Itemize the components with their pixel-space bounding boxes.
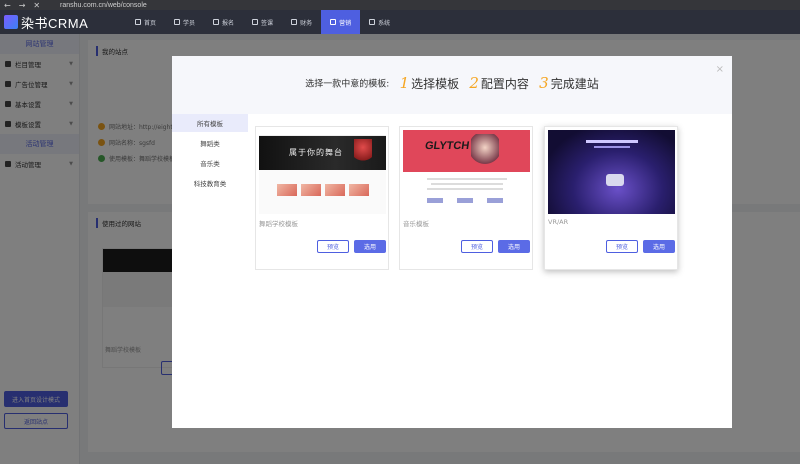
modal-header: × 选择一款中意的模板: 1 选择模板 2 配置内容 3 完成建站 bbox=[172, 56, 732, 114]
template-name: 音乐模板 bbox=[403, 220, 429, 228]
use-button[interactable]: 选用 bbox=[498, 240, 530, 253]
gear-icon bbox=[369, 19, 376, 25]
logo-mark-icon bbox=[4, 15, 18, 29]
category-dance[interactable]: 舞蹈类 bbox=[172, 134, 248, 152]
preview-button[interactable]: 预览 bbox=[606, 240, 638, 253]
step-3-label: 完成建站 bbox=[550, 76, 599, 91]
nav-item-sign[interactable]: 签课 bbox=[243, 10, 282, 34]
logo-text: 染书CRMA bbox=[21, 15, 89, 31]
step-lead-text: 选择一款中意的模板: bbox=[305, 79, 390, 90]
template-select-modal: × 选择一款中意的模板: 1 选择模板 2 配置内容 3 完成建站 所有模板 舞蹈类 … bbox=[172, 56, 732, 428]
vr-headset-icon bbox=[606, 174, 624, 186]
template-name: VR/AR bbox=[548, 218, 569, 226]
preview-button[interactable]: 预览 bbox=[461, 240, 493, 253]
home-icon bbox=[135, 19, 141, 25]
template-thumbnail-vrar bbox=[548, 130, 675, 214]
enroll-icon bbox=[213, 19, 220, 25]
top-navigation: 染书CRMA 首页 学员 报名 签课 财务 营销 系统 bbox=[0, 10, 800, 34]
template-card-vrar[interactable]: VR/AR 预览 选用 bbox=[544, 126, 678, 270]
template-thumbnail-music: GLYTCH bbox=[403, 130, 530, 214]
app-logo[interactable]: 染书CRMA bbox=[0, 10, 112, 34]
category-tech-edu[interactable]: 科技教育类 bbox=[172, 174, 248, 192]
step-2-label: 配置内容 bbox=[480, 76, 529, 91]
step-3-number: 3 bbox=[539, 74, 549, 92]
nav-item-finance[interactable]: 财务 bbox=[282, 10, 321, 34]
address-bar[interactable]: ranshu.com.cn/web/console bbox=[60, 2, 147, 9]
browser-bar: ← → ✕ ranshu.com.cn/web/console bbox=[0, 0, 800, 10]
nav-item-enroll[interactable]: 报名 bbox=[204, 10, 243, 34]
step-indicator: 选择一款中意的模板: 1 选择模板 2 配置内容 3 完成建站 bbox=[172, 74, 732, 92]
use-button[interactable]: 选用 bbox=[354, 240, 386, 253]
sign-icon bbox=[252, 19, 259, 25]
step-2-number: 2 bbox=[469, 74, 479, 92]
step-1-label: 选择模板 bbox=[411, 76, 460, 91]
preview-button[interactable]: 预览 bbox=[317, 240, 349, 253]
template-card-music[interactable]: GLYTCH 音乐模板 预览 选用 bbox=[399, 126, 533, 270]
step-1-number: 1 bbox=[399, 74, 410, 92]
nav-item-marketing[interactable]: 营销 bbox=[321, 10, 361, 34]
category-music[interactable]: 音乐类 bbox=[172, 154, 248, 172]
forward-icon[interactable]: → bbox=[19, 1, 26, 10]
thumbnail-banner-text: GLYTCH bbox=[424, 140, 471, 152]
category-list: 所有模板 舞蹈类 音乐类 科技教育类 bbox=[172, 114, 248, 194]
back-icon[interactable]: ← bbox=[4, 1, 11, 10]
template-card-dance[interactable]: 属于你的舞台 舞蹈学校模板 预览 选用 bbox=[255, 126, 389, 270]
nav-item-system[interactable]: 系统 bbox=[360, 10, 399, 34]
nav-item-home[interactable]: 首页 bbox=[126, 10, 165, 34]
category-all[interactable]: 所有模板 bbox=[172, 114, 248, 132]
template-thumbnail-dance: 属于你的舞台 bbox=[259, 130, 386, 214]
marketing-icon bbox=[330, 19, 337, 25]
student-icon bbox=[174, 19, 181, 25]
finance-icon bbox=[291, 19, 298, 25]
template-name: 舞蹈学校模板 bbox=[259, 220, 298, 228]
nav-items: 首页 学员 报名 签课 财务 营销 系统 bbox=[126, 10, 399, 34]
close-tab-icon[interactable]: ✕ bbox=[33, 1, 40, 10]
nav-item-students[interactable]: 学员 bbox=[165, 10, 204, 34]
browser-nav: ← → ✕ bbox=[0, 1, 60, 10]
use-button[interactable]: 选用 bbox=[643, 240, 675, 253]
thumbnail-banner-text: 属于你的舞台 bbox=[289, 148, 343, 157]
